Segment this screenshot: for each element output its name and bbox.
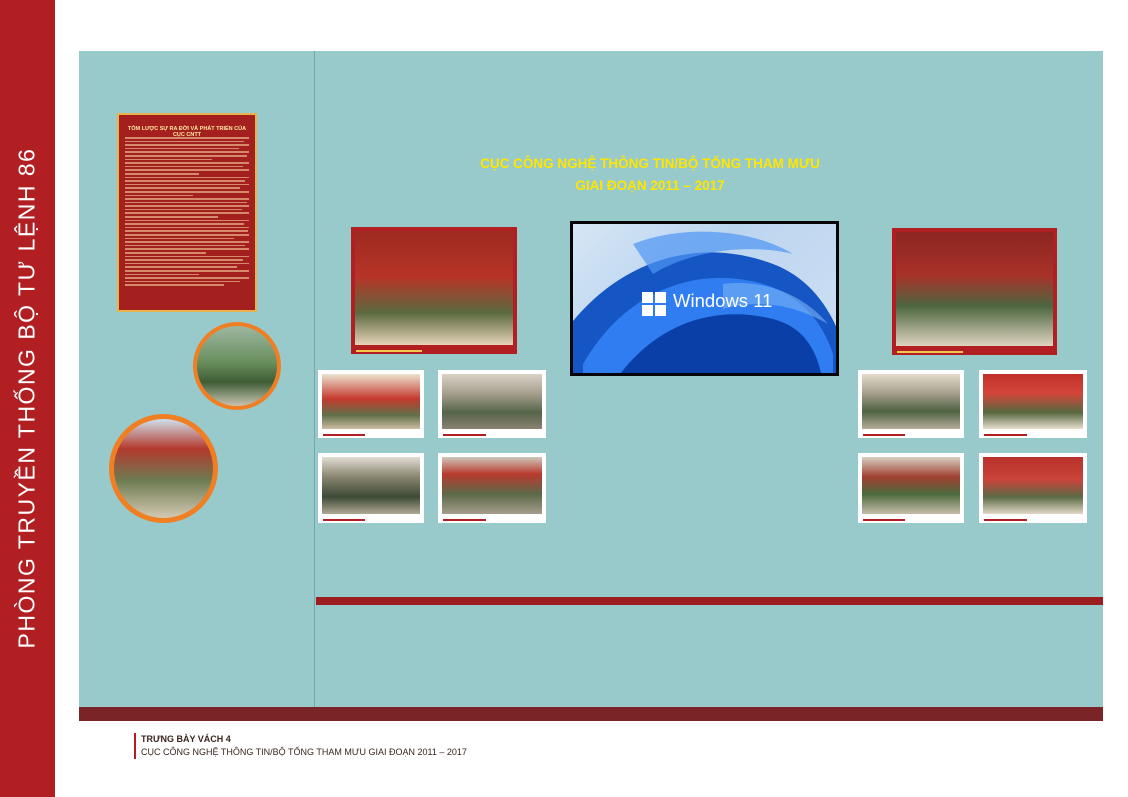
intro-panel-body	[125, 137, 249, 307]
side-banner-title: PHÒNG TRUYỀN THỐNG BỘ TƯ LỆNH 86	[13, 147, 40, 649]
wall-heading: CỤC CÔNG NGHỆ THÔNG TIN/BỘ TỔNG THAM MƯU…	[470, 153, 830, 197]
photo-right-3	[858, 453, 964, 523]
photo-ceremony-stage	[351, 227, 517, 354]
photo-right-1	[858, 370, 964, 438]
intro-text-panel: TÓM LƯỢC SỰ RA ĐỜI VÀ PHÁT TRIỂN CỦA CỤC…	[117, 113, 257, 312]
photo-left-3	[318, 453, 424, 523]
photo-left-1	[318, 370, 424, 438]
windows-logo-icon	[642, 292, 666, 316]
screen-wallpaper: Windows 11	[573, 224, 836, 373]
photo-right-4	[979, 453, 1087, 523]
photo-left-2	[438, 370, 546, 438]
floor-strip	[79, 707, 1103, 721]
wall-heading-line2: GIAI ĐOẠN 2011 – 2017	[575, 178, 725, 193]
exhibit-caption: TRƯNG BÀY VÁCH 4 CỤC CÔNG NGHỆ THÔNG TIN…	[134, 733, 467, 759]
wall-red-band	[316, 597, 1103, 605]
side-banner: PHÒNG TRUYỀN THỐNG BỘ TƯ LỆNH 86	[0, 0, 55, 797]
wall-heading-line1: CỤC CÔNG NGHỆ THÔNG TIN/BỘ TỔNG THAM MƯU	[480, 156, 820, 171]
wall-divider	[314, 51, 315, 707]
photo-right-2	[979, 370, 1087, 438]
circle-photo-1	[193, 322, 281, 410]
photo-left-4	[438, 453, 546, 523]
display-screen: Windows 11	[570, 221, 839, 376]
caption-title: TRƯNG BÀY VÁCH 4	[141, 734, 231, 744]
photo-congress-group	[892, 228, 1057, 355]
caption-subtitle: CỤC CÔNG NGHỆ THÔNG TIN/BỘ TỔNG THAM MƯU…	[141, 747, 467, 757]
circle-photo-2	[109, 414, 218, 523]
windows-brand-text: Windows 11	[673, 290, 773, 311]
